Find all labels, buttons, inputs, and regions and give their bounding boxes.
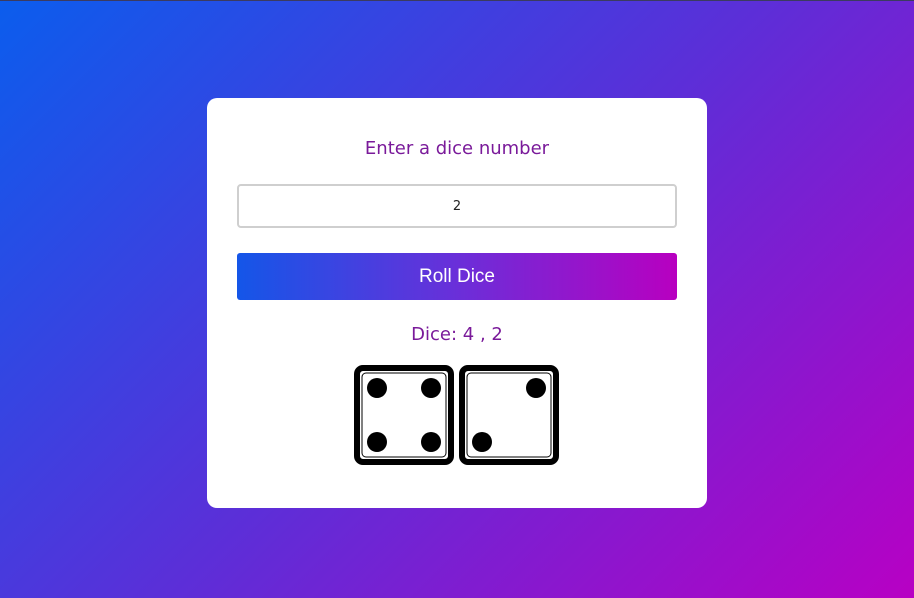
dice-count-input[interactable] <box>237 184 677 228</box>
die-pip <box>367 432 387 452</box>
dice-result-text: Dice: 4 , 2 <box>411 324 503 345</box>
die-pip <box>367 378 387 398</box>
die-pip <box>472 432 492 452</box>
dice-card: Enter a dice number Roll Dice Dice: 4 , … <box>207 98 707 508</box>
die-face-icon <box>459 365 559 465</box>
dice-row <box>354 365 560 465</box>
die-1 <box>354 365 454 465</box>
die-pip <box>421 378 441 398</box>
die-face-icon <box>354 365 454 465</box>
prompt-label: Enter a dice number <box>364 138 550 159</box>
die-2 <box>459 365 559 465</box>
die-pip <box>526 378 546 398</box>
roll-dice-button[interactable]: Roll Dice <box>237 253 677 300</box>
die-pip <box>421 432 441 452</box>
